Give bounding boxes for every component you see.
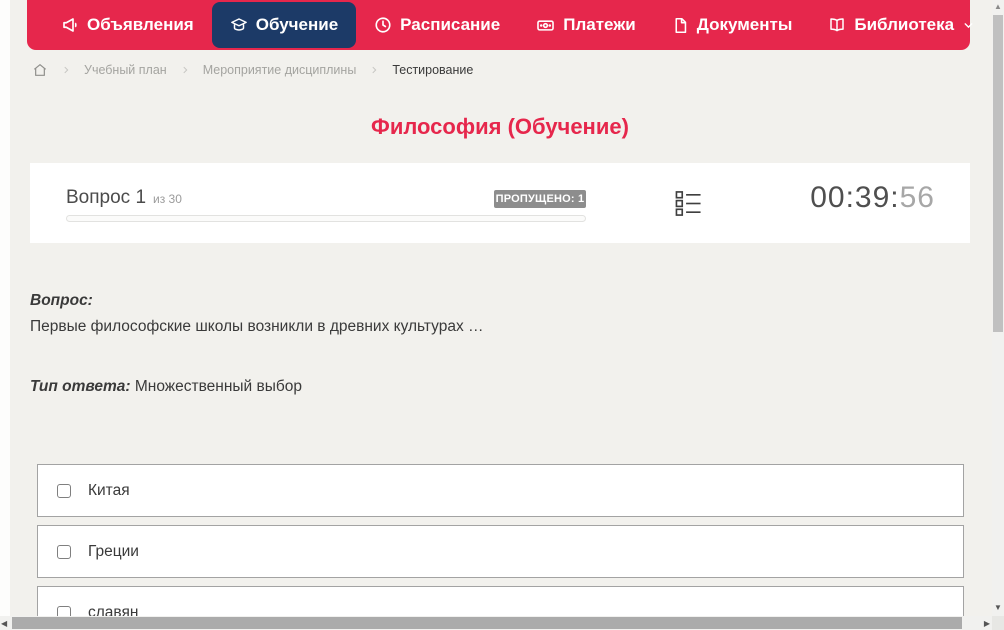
nav-item-label: Платежи xyxy=(563,15,636,34)
nav-item-label: Библиотека xyxy=(854,15,955,34)
answer-type-value: Множественный выбор xyxy=(134,378,302,395)
nav-item-learning[interactable]: Обучение xyxy=(211,2,357,48)
breadcrumb-separator-icon xyxy=(61,65,71,75)
nav-item-schedule[interactable]: Расписание xyxy=(356,2,518,48)
timer: 00:39:56 xyxy=(810,181,935,215)
breadcrumb-testing: Тестирование xyxy=(392,63,474,77)
cash-icon xyxy=(536,16,555,35)
question-list-icon[interactable] xyxy=(675,190,702,222)
quiz-page: Объявления Обучение Расписание Платежи Д… xyxy=(0,0,1004,630)
clock-icon xyxy=(374,16,392,34)
nav-item-documents[interactable]: Документы xyxy=(654,2,811,48)
scrollbar-corner xyxy=(992,616,1004,630)
quiz-progress-bar xyxy=(66,215,586,222)
nav-item-payments[interactable]: Платежи xyxy=(518,2,654,48)
chevron-down-icon xyxy=(962,19,975,32)
answer-option-china[interactable]: Китая xyxy=(37,464,964,517)
megaphone-icon xyxy=(61,16,79,34)
question-prompt-label: Вопрос: xyxy=(30,292,93,309)
top-navbar: Объявления Обучение Расписание Платежи Д… xyxy=(27,0,973,50)
graduation-cap-icon xyxy=(230,16,248,34)
page-left-gutter xyxy=(0,0,10,630)
breadcrumb-discipline-event[interactable]: Мероприятие дисциплины xyxy=(203,63,357,77)
nav-item-announcements[interactable]: Объявления xyxy=(43,2,212,48)
option-label: Греции xyxy=(88,542,139,560)
scroll-left-arrow-icon[interactable]: ◀ xyxy=(1,619,7,628)
breadcrumb-curriculum[interactable]: Учебный план xyxy=(84,63,167,77)
question-number-label: Вопрос 1 xyxy=(66,187,147,208)
home-icon[interactable] xyxy=(32,62,48,78)
horizontal-scrollbar[interactable]: ◀ ▶ xyxy=(0,616,992,630)
nav-item-label: Расписание xyxy=(400,15,501,34)
question-prompt-text: Первые философские школы возникли в древ… xyxy=(30,318,484,335)
nav-item-label: Обучение xyxy=(255,15,339,34)
timer-seconds: 56 xyxy=(899,181,935,214)
timer-hours-minutes: 00:39: xyxy=(810,181,900,214)
breadcrumb-separator-icon xyxy=(180,65,190,75)
page-title: Философия (Обучение) xyxy=(371,114,629,139)
option-label: Китая xyxy=(88,481,130,499)
answer-type: Тип ответа: Множественный выбор xyxy=(30,378,302,396)
answer-type-label: Тип ответа: xyxy=(30,378,131,395)
scroll-right-arrow-icon[interactable]: ▶ xyxy=(984,619,990,628)
skipped-badge: ПРОПУЩЕНО: 1 xyxy=(494,190,586,208)
document-icon xyxy=(672,17,689,34)
question-header-panel: Вопрос 1 из 30 ПРОПУЩЕНО: 1 00:39:56 xyxy=(30,163,970,243)
answer-options: Китая Греции славян xyxy=(37,464,964,630)
vertical-scrollbar[interactable]: ▲ ▼ xyxy=(992,0,1004,616)
book-icon xyxy=(828,16,846,34)
breadcrumb-separator-icon xyxy=(369,65,379,75)
horizontal-scrollbar-thumb[interactable] xyxy=(12,617,962,629)
breadcrumb: Учебный план Мероприятие дисциплины Тест… xyxy=(32,62,473,78)
vertical-scrollbar-thumb[interactable] xyxy=(993,15,1003,332)
nav-item-library[interactable]: Библиотека xyxy=(810,2,993,48)
nav-item-label: Объявления xyxy=(87,15,194,34)
scroll-up-arrow-icon[interactable]: ▲ xyxy=(992,3,1004,11)
checkbox[interactable] xyxy=(57,544,71,559)
question-total-label: из 30 xyxy=(153,192,182,206)
answer-option-greece[interactable]: Греции xyxy=(37,525,964,578)
scroll-down-arrow-icon[interactable]: ▼ xyxy=(992,604,1004,612)
checkbox[interactable] xyxy=(57,483,71,498)
question-number: Вопрос 1 из 30 xyxy=(66,187,182,209)
nav-item-label: Документы xyxy=(696,15,793,34)
